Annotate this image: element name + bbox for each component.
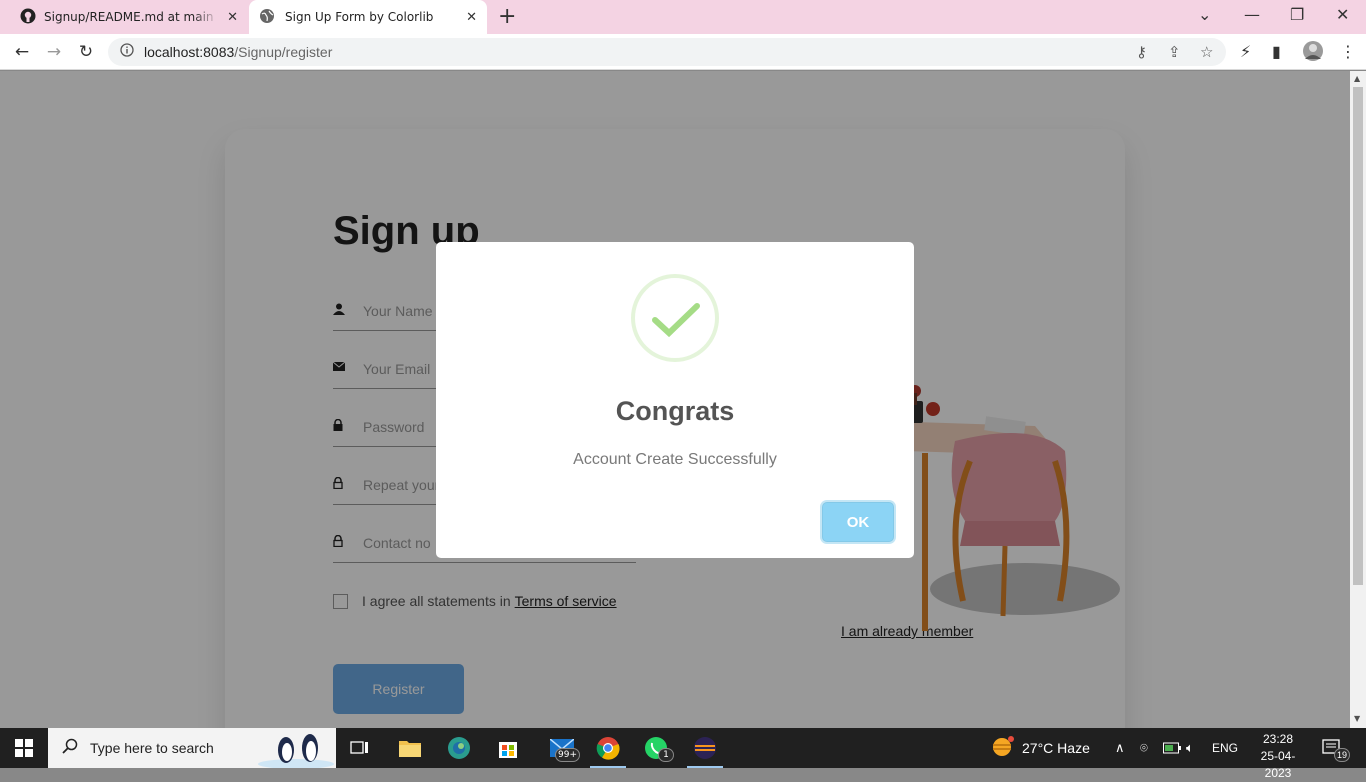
extensions-icon[interactable]: ⚡ [1240, 42, 1251, 61]
close-tab-icon[interactable]: ✕ [466, 10, 477, 25]
restore-icon[interactable]: ❐ [1290, 4, 1304, 26]
tab-title: Signup/README.md at main · co [44, 10, 219, 24]
chrome-icon[interactable] [586, 728, 630, 768]
browser-toolbar: ← → ↻ localhost:8083/Signup/register ⚷ ⇪… [0, 34, 1366, 70]
dialog-message: Account Create Successfully [573, 451, 777, 468]
share-icon[interactable]: ⇪ [1168, 43, 1181, 61]
task-view-icon[interactable] [338, 728, 382, 768]
show-hidden-icons-icon[interactable]: ∧ [1115, 728, 1125, 768]
battery-icon[interactable] [1163, 728, 1181, 768]
language-indicator[interactable]: ENG [1212, 728, 1238, 768]
menu-kebab-icon[interactable]: ⋮ [1340, 42, 1356, 61]
tab-strip: Signup/README.md at main · co ✕ Sign Up … [0, 0, 1366, 34]
page-viewport: Sign up Your Name Your Email Password Re… [0, 71, 1350, 728]
vertical-scrollbar[interactable]: ▲ ▼ [1350, 71, 1366, 728]
address-bar[interactable]: localhost:8083/Signup/register ⚷ ⇪ ☆ [108, 38, 1226, 66]
site-info-icon[interactable] [120, 43, 134, 61]
close-tab-icon[interactable]: ✕ [227, 10, 238, 25]
mail-icon[interactable]: 99+ [540, 728, 584, 768]
mail-badge: 99+ [555, 748, 580, 762]
url-host: localhost:8083 [144, 44, 235, 60]
whatsapp-badge: 1 [658, 748, 674, 762]
volume-icon[interactable]: 🔈︎ [1186, 728, 1194, 768]
tab-github-readme[interactable]: Signup/README.md at main · co ✕ [8, 0, 248, 34]
edge-browser-icon[interactable] [437, 728, 481, 768]
clock-date: 25-04-2023 [1260, 749, 1296, 780]
weather-widget[interactable]: 27°C Haze [990, 728, 1090, 768]
system-clock[interactable]: 23:28 25-04-2023 [1248, 731, 1308, 782]
penguins-search-highlight-icon [256, 730, 334, 772]
windows-taskbar: Type here to search 99+ 1 27°C Haze ∧ ⌾ [0, 728, 1366, 780]
windows-start-icon[interactable] [0, 728, 48, 768]
reload-icon[interactable]: ↻ [74, 40, 98, 64]
scroll-thumb[interactable] [1353, 87, 1363, 585]
scroll-down-icon[interactable]: ▼ [1354, 714, 1360, 723]
new-tab-button[interactable]: + [498, 4, 516, 30]
dialog-title: Congrats [615, 396, 735, 426]
close-window-icon[interactable]: ✕ [1336, 4, 1349, 26]
minimize-icon[interactable]: — [1244, 4, 1260, 26]
meet-now-icon[interactable]: ⌾ [1140, 728, 1148, 768]
side-panel-icon[interactable]: ▮ [1272, 42, 1281, 61]
search-placeholder: Type here to search [90, 740, 214, 756]
github-icon [20, 8, 36, 27]
notification-center-icon[interactable]: 19 [1322, 728, 1351, 768]
bookmark-star-icon[interactable]: ☆ [1200, 43, 1213, 61]
whatsapp-icon[interactable]: 1 [634, 728, 678, 768]
forward-icon[interactable]: → [42, 40, 66, 64]
back-icon[interactable]: ← [10, 40, 34, 64]
eclipse-ide-icon[interactable] [683, 728, 727, 768]
tab-search-icon[interactable]: ⌄ [1198, 4, 1211, 26]
scroll-up-icon[interactable]: ▲ [1354, 74, 1360, 83]
globe-icon [259, 8, 275, 27]
search-icon [62, 738, 78, 758]
tab-signup-form[interactable]: Sign Up Form by Colorlib ✕ [249, 0, 487, 34]
notification-badge: 19 [1334, 748, 1351, 762]
tab-title: Sign Up Form by Colorlib [285, 10, 434, 24]
profile-avatar[interactable] [1302, 40, 1324, 66]
file-explorer-icon[interactable] [388, 728, 432, 768]
taskbar-search[interactable]: Type here to search [48, 728, 336, 769]
key-icon[interactable]: ⚷ [1136, 43, 1147, 61]
weather-text: 27°C Haze [1022, 740, 1090, 756]
microsoft-store-icon[interactable] [486, 728, 530, 768]
success-check-icon [631, 274, 719, 362]
weather-sun-icon [990, 735, 1014, 761]
url-path: /Signup/register [234, 44, 333, 60]
ok-button[interactable]: OK [822, 502, 894, 542]
clock-time: 23:28 [1262, 732, 1294, 746]
success-dialog: Congrats Account Create Successfully OK [436, 242, 914, 558]
